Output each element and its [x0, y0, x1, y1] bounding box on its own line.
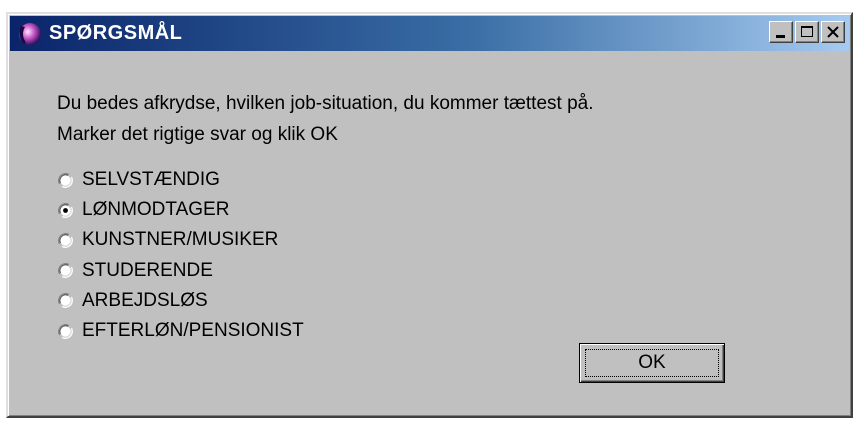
- dialog-window: SPØRGSMÅL Du bedes afkrydse, hvilken job…: [6, 12, 853, 418]
- radio-option[interactable]: EFTERLØN/PENSIONIST: [57, 319, 304, 343]
- radio-option[interactable]: STUDERENDE: [57, 259, 213, 283]
- radio-option-label: SELVSTÆNDIG: [82, 169, 220, 190]
- radio-button[interactable]: [57, 292, 74, 309]
- radio-option-label: KUNSTNER/MUSIKER: [82, 229, 279, 251]
- maximize-icon[interactable]: [795, 21, 819, 43]
- radio-option[interactable]: SELVSTÆNDIG: [57, 168, 220, 192]
- radio-button[interactable]: [57, 232, 74, 249]
- radio-option-label: LØNMODTAGER: [82, 199, 230, 221]
- ok-button[interactable]: OK: [579, 343, 725, 383]
- radio-option[interactable]: ARBEJDSLØS: [57, 289, 208, 313]
- dialog-content: Du bedes afkrydse, hvilken job-situation…: [8, 53, 851, 416]
- window-controls: [769, 21, 845, 43]
- radio-option-label: EFTERLØN/PENSIONIST: [82, 320, 304, 341]
- instruction-line-2: Marker det rigtige svar og klik OK: [57, 124, 338, 145]
- minimize-icon[interactable]: [769, 21, 793, 43]
- title-bar[interactable]: SPØRGSMÅL: [10, 16, 849, 51]
- window-title: SPØRGSMÅL: [49, 22, 183, 44]
- radio-option[interactable]: LØNMODTAGER: [57, 198, 229, 222]
- radio-button[interactable]: [57, 262, 74, 279]
- instruction-line-1: Du bedes afkrydse, hvilken job-situation…: [57, 93, 594, 114]
- radio-button[interactable]: [57, 172, 74, 189]
- radio-button-checked[interactable]: [57, 202, 74, 219]
- radio-button[interactable]: [57, 323, 74, 340]
- radio-option[interactable]: KUNSTNER/MUSIKER: [57, 228, 278, 252]
- close-icon[interactable]: [821, 21, 845, 43]
- radio-option-label: ARBEJDSLØS: [82, 289, 208, 311]
- ok-button-label: OK: [638, 352, 666, 373]
- app-icon[interactable]: [15, 21, 43, 47]
- radio-option-label: STUDERENDE: [82, 259, 213, 281]
